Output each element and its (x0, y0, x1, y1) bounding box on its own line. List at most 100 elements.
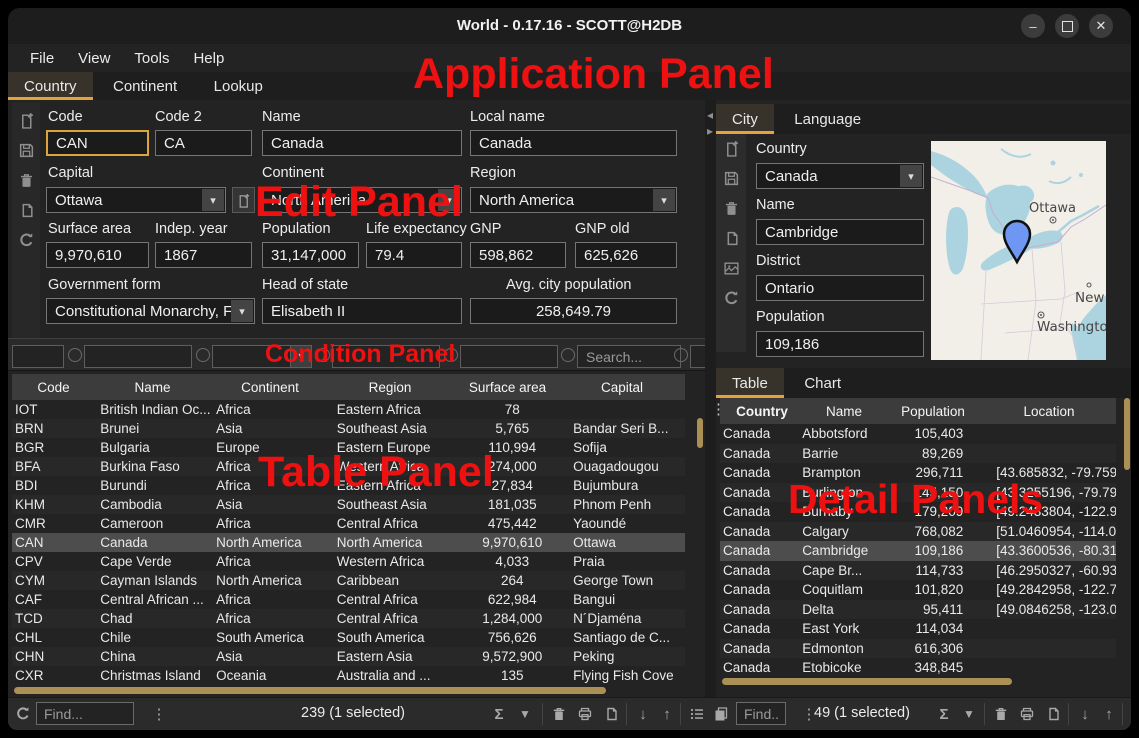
column-header[interactable]: Continent (210, 380, 330, 395)
menu-tools[interactable]: Tools (122, 47, 181, 70)
save-icon[interactable] (16, 140, 36, 160)
name-field[interactable]: Canada (262, 130, 462, 156)
detail-print-icon[interactable] (1016, 703, 1038, 725)
region-dropdown-icon[interactable]: ▾ (653, 189, 675, 211)
collapse-right-icon[interactable]: ▸ (707, 124, 713, 138)
city-district-field[interactable]: Ontario (756, 275, 924, 301)
condition-search[interactable] (577, 345, 681, 368)
city-population-field[interactable]: 109,186 (756, 331, 924, 357)
table-row[interactable]: CanadaCoquitlam101,820[49.2842958, -122.… (720, 580, 1116, 600)
table-row[interactable]: CMRCameroonAfricaCentral Africa475,442Ya… (12, 514, 685, 533)
panel-divider[interactable]: ◂ ▸ (705, 100, 716, 697)
maximize-button[interactable] (1055, 14, 1079, 38)
print-icon[interactable] (574, 703, 596, 725)
condition-field-partial[interactable] (690, 345, 706, 368)
avg-city-population-field[interactable]: 258,649.79 (470, 298, 677, 324)
table-row[interactable]: CanadaEtobicoke348,845 (720, 658, 1116, 678)
detail-aggregate-icon[interactable]: Σ (933, 703, 955, 725)
table-row[interactable]: CanadaAbbotsford105,403 (720, 424, 1116, 444)
condition-field-name[interactable] (84, 345, 192, 368)
table-row[interactable]: CYMCayman IslandsNorth AmericaCaribbean2… (12, 571, 685, 590)
tab-city[interactable]: City (716, 104, 774, 134)
column-header[interactable]: Population (884, 404, 982, 419)
city-save-icon[interactable] (721, 168, 741, 188)
gnp-old-field[interactable]: 625,626 (575, 242, 677, 268)
find-options-icon[interactable]: ⋮ (148, 703, 170, 725)
detail-filter-icon[interactable]: ▼ (958, 703, 980, 725)
collapse-left-icon[interactable]: ◂ (707, 108, 713, 122)
column-header[interactable]: Capital (565, 380, 679, 395)
status-delete-icon[interactable] (548, 703, 570, 725)
population-field[interactable]: 31,147,000 (262, 242, 359, 268)
table-row[interactable]: CanadaCalgary768,082[51.0460954, -114.0.… (720, 522, 1116, 542)
surface-area-field[interactable]: 9,970,610 (46, 242, 149, 268)
title-bar[interactable]: World - 0.17.16 - SCOTT@H2DB – ✕ (8, 8, 1131, 44)
government-form-dropdown-icon[interactable]: ▾ (231, 300, 253, 322)
table-row[interactable]: CanadaEast York114,034 (720, 619, 1116, 639)
tab-language[interactable]: Language (778, 104, 877, 134)
column-header[interactable]: Surface area (450, 380, 565, 395)
table-row[interactable]: KHMCambodiaAsiaSoutheast Asia181,035Phno… (12, 495, 685, 514)
condition-field-region[interactable] (332, 345, 440, 368)
capital-select[interactable]: Ottawa▾ (46, 187, 226, 213)
aggregate-icon[interactable]: Σ (488, 703, 510, 725)
detail-export-icon[interactable] (1042, 703, 1064, 725)
condition-field-surface[interactable] (460, 345, 558, 368)
filter-icon[interactable]: ▼ (514, 703, 536, 725)
condition-operator-button[interactable]: ▾ (290, 345, 312, 368)
table-row[interactable]: BFABurkina FasoAfricaWestern Africa274,0… (12, 457, 685, 476)
city-country-dropdown-icon[interactable]: ▾ (900, 165, 922, 187)
search-input[interactable] (584, 348, 674, 366)
horizontal-scrollbar-thumb[interactable] (14, 687, 606, 694)
city-add-record-icon[interactable] (721, 138, 741, 158)
minimize-button[interactable]: – (1021, 14, 1045, 38)
menu-file[interactable]: File (18, 47, 66, 70)
detail-vertical-scrollbar-thumb[interactable] (1124, 398, 1130, 470)
government-form-select[interactable]: Constitutional Monarchy, F▾ (46, 298, 255, 324)
tab-country[interactable]: Country (8, 72, 93, 100)
copy-icon[interactable] (16, 200, 36, 220)
menu-view[interactable]: View (66, 47, 122, 70)
condition-field-continent[interactable] (212, 345, 292, 368)
condition-toggle-5[interactable] (561, 348, 575, 362)
detail-delete-icon[interactable] (990, 703, 1012, 725)
vertical-scrollbar-thumb[interactable] (697, 418, 703, 448)
gnp-field[interactable]: 598,862 (470, 242, 566, 268)
table-row[interactable]: IOTBritish Indian Oc...AfricaEastern Afr… (12, 400, 685, 419)
column-header[interactable]: Location (982, 404, 1116, 419)
table-row[interactable]: CanadaEdmonton616,306 (720, 639, 1116, 659)
columns-icon[interactable] (686, 703, 708, 725)
column-header[interactable]: Name (95, 380, 210, 395)
city-copy-icon[interactable] (721, 228, 741, 248)
condition-toggle-4[interactable] (444, 348, 458, 362)
local-name-field[interactable]: Canada (470, 130, 677, 156)
table-row[interactable]: CanadaBarrie89,269 (720, 444, 1116, 464)
code2-field[interactable]: CA (155, 130, 252, 156)
continent-select[interactable]: North America▾ (262, 187, 462, 213)
table-row[interactable]: CanadaCape Br...114,733[46.2950327, -60.… (720, 561, 1116, 581)
delete-icon[interactable] (16, 170, 36, 190)
table-row[interactable]: CAFCentral African ...AfricaCentral Afri… (12, 590, 685, 609)
continent-dropdown-icon[interactable]: ▾ (438, 189, 460, 211)
column-header[interactable]: Region (330, 380, 450, 395)
table-row[interactable]: BRNBruneiAsiaSoutheast Asia5,765Bandar S… (12, 419, 685, 438)
map[interactable]: Ottawa New Yo Washington (931, 141, 1106, 360)
code-field[interactable]: CAN (46, 130, 149, 156)
move-down-icon[interactable]: ↓ (632, 703, 654, 725)
refresh-icon[interactable] (16, 230, 36, 250)
tab-chart[interactable]: Chart (788, 368, 857, 398)
condition-toggle-2[interactable] (196, 348, 210, 362)
tab-table[interactable]: Table (716, 368, 784, 398)
condition-toggle-3[interactable] (316, 348, 330, 362)
detail-move-up-icon[interactable]: ↑ (1098, 703, 1120, 725)
table-header[interactable]: CodeNameContinentRegionSurface areaCapit… (12, 374, 685, 400)
table-row[interactable]: CPVCape VerdeAfricaWestern Africa4,033Pr… (12, 552, 685, 571)
table-row[interactable]: BDIBurundiAfricaEastern Africa27,834Buju… (12, 476, 685, 495)
menu-help[interactable]: Help (181, 47, 236, 70)
condition-toggle-6[interactable] (674, 348, 688, 362)
head-of-state-field[interactable]: Elisabeth II (262, 298, 462, 324)
condition-field-code[interactable] (12, 345, 64, 368)
city-country-select[interactable]: Canada▾ (756, 163, 924, 189)
table-row[interactable]: CanadaBurnaby179,209[49.2433804, -122.9.… (720, 502, 1116, 522)
city-delete-icon[interactable] (721, 198, 741, 218)
